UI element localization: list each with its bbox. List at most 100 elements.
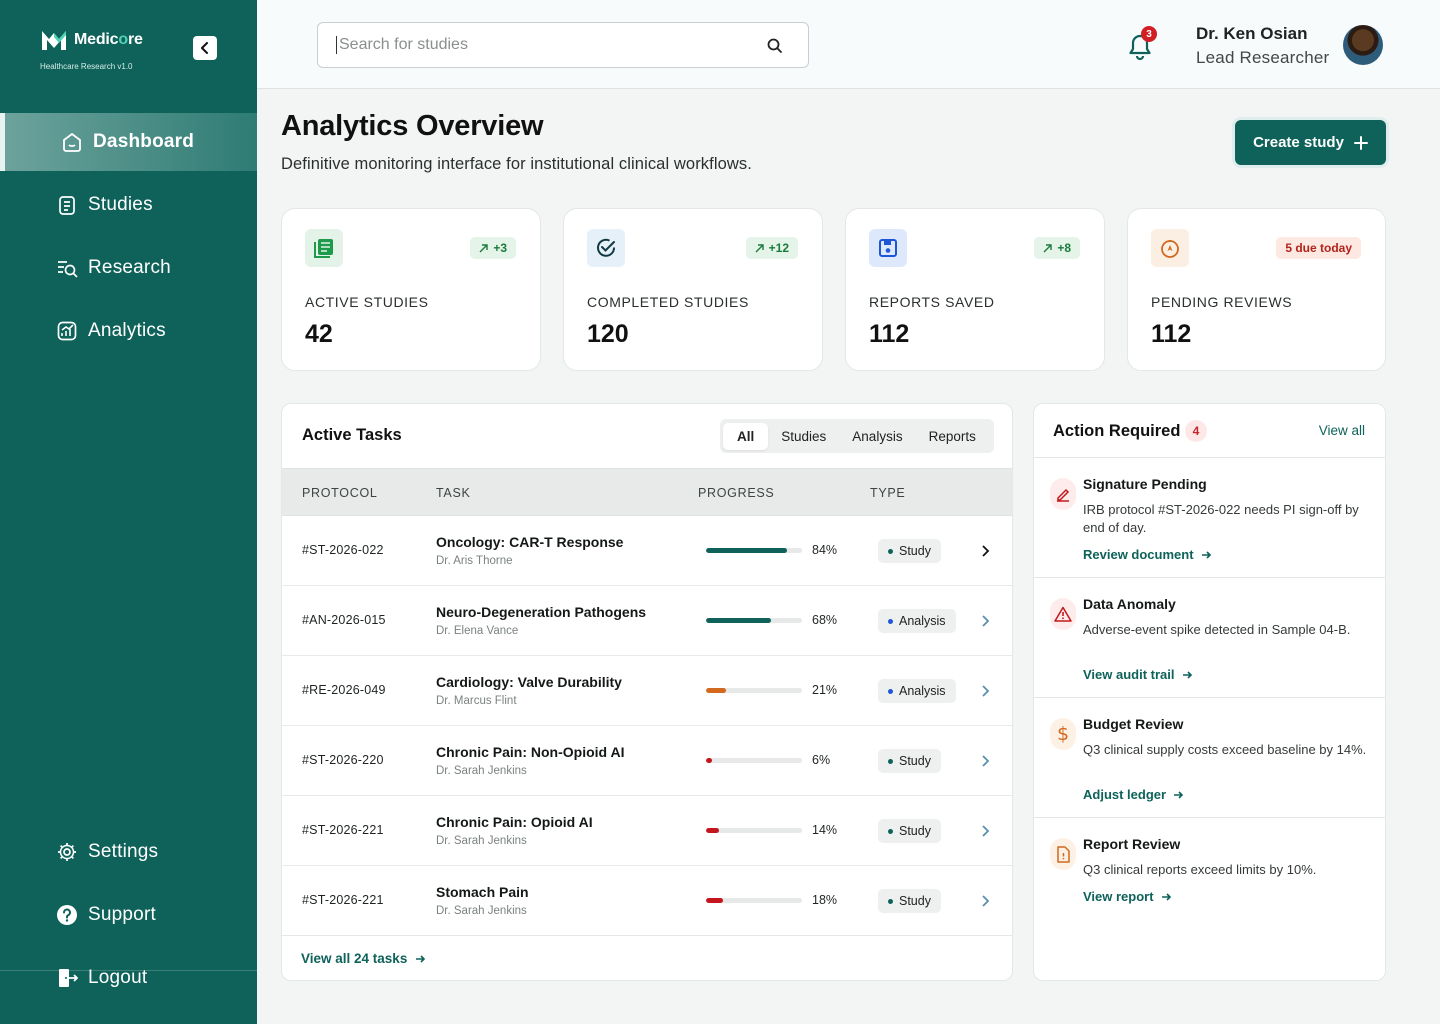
nav-research[interactable]: Research bbox=[0, 239, 257, 297]
action-title: Signature Pending bbox=[1083, 476, 1207, 492]
task-name: Chronic Pain: Non-Opioid AI bbox=[436, 744, 625, 760]
chevron-right-icon[interactable] bbox=[980, 754, 990, 768]
column-header[interactable]: PROTOCOL bbox=[302, 486, 378, 500]
nav-dashboard[interactable]: Dashboard bbox=[0, 113, 257, 171]
chevron-left-icon bbox=[201, 42, 208, 54]
type-badge: Analysis bbox=[878, 679, 956, 703]
task-name: Cardiology: Valve Durability bbox=[436, 674, 622, 690]
search-input[interactable] bbox=[339, 36, 739, 54]
stat-card-active-studies[interactable]: +3 ACTIVE STUDIES 42 bbox=[281, 208, 541, 371]
stat-value: 42 bbox=[305, 320, 333, 348]
view-report-link[interactable]: View report bbox=[1083, 889, 1172, 904]
document-icon bbox=[56, 194, 78, 216]
review-document-link[interactable]: Review document bbox=[1083, 547, 1212, 562]
text-caret bbox=[336, 36, 337, 54]
action-description: IRB protocol #ST-2026-022 needs PI sign-… bbox=[1083, 502, 1359, 535]
chevron-right-icon[interactable] bbox=[980, 544, 990, 558]
nav-studies[interactable]: Studies bbox=[0, 176, 257, 234]
view-all-actions-link[interactable]: View all bbox=[1319, 423, 1365, 438]
stat-card-completed-studies[interactable]: +12 COMPLETED STUDIES 120 bbox=[563, 208, 823, 371]
task-owner: Dr. Sarah Jenkins bbox=[436, 765, 527, 777]
type-dot bbox=[888, 548, 893, 554]
type-badge: Study bbox=[878, 889, 941, 913]
trend-badge: +3 bbox=[470, 237, 516, 259]
pen-icon bbox=[1050, 478, 1076, 510]
nav-support[interactable]: Support bbox=[0, 886, 257, 944]
stat-card-pending-reviews[interactable]: 5 due today PENDING REVIEWS 112 bbox=[1127, 208, 1386, 371]
arrow-right-icon bbox=[1182, 670, 1192, 679]
type-dot bbox=[888, 618, 893, 624]
stat-label: PENDING REVIEWS bbox=[1151, 294, 1293, 310]
stat-value: 112 bbox=[869, 320, 910, 348]
progress-bar bbox=[706, 618, 802, 623]
view-audit-trail-link[interactable]: View audit trail bbox=[1083, 667, 1193, 682]
save-icon bbox=[869, 229, 907, 267]
nav-label: Research bbox=[88, 257, 171, 278]
home-icon bbox=[61, 131, 83, 153]
nav-label: Analytics bbox=[88, 320, 166, 341]
progress-value: 84% bbox=[812, 543, 838, 557]
column-header[interactable]: PROGRESS bbox=[698, 486, 774, 500]
avatar[interactable] bbox=[1343, 25, 1383, 65]
adjust-ledger-link[interactable]: Adjust ledger bbox=[1083, 787, 1184, 802]
progress-bar bbox=[706, 758, 802, 763]
protocol-id: #ST-2026-022 bbox=[302, 543, 384, 557]
create-study-button[interactable]: Create study bbox=[1235, 120, 1386, 165]
table-row[interactable]: #ST-2026-220 Chronic Pain: Non-Opioid AI D… bbox=[282, 726, 1012, 796]
chevron-right-icon[interactable] bbox=[980, 684, 990, 698]
brand-logo[interactable]: Medicore bbox=[40, 28, 143, 52]
tab-all[interactable]: All bbox=[723, 422, 769, 450]
task-owner: Dr. Marcus Flint bbox=[436, 695, 517, 707]
task-owner: Dr. Sarah Jenkins bbox=[436, 835, 527, 847]
arrow-up-right-icon bbox=[755, 243, 764, 252]
protocol-id: #ST-2026-220 bbox=[302, 753, 384, 767]
nav-analytics[interactable]: Analytics bbox=[0, 302, 257, 360]
user-role: Lead Researcher bbox=[1196, 48, 1330, 67]
tab-reports[interactable]: Reports bbox=[916, 423, 989, 450]
table-row[interactable]: #AN-2026-015 Neuro-Degeneration Pathogens… bbox=[282, 586, 1012, 656]
stat-label: COMPLETED STUDIES bbox=[587, 294, 749, 310]
dollar-icon: $ bbox=[1050, 718, 1076, 750]
view-all-tasks-link[interactable]: View all 24 tasks bbox=[301, 951, 426, 966]
arrow-up-right-icon bbox=[479, 243, 489, 252]
type-label: Study bbox=[899, 754, 931, 768]
plus-icon bbox=[1353, 135, 1368, 150]
type-badge: Study bbox=[878, 749, 941, 773]
column-header[interactable]: TASK bbox=[436, 486, 471, 500]
progress-fill bbox=[706, 688, 727, 693]
stat-card-reports-saved[interactable]: +8 REPORTS SAVED 112 bbox=[845, 208, 1105, 371]
table-row[interactable]: #ST-2026-221 Stomach Pain Dr. Sarah Jenkin… bbox=[282, 866, 1012, 936]
collapse-sidebar-button[interactable] bbox=[193, 36, 217, 60]
arrow-up-right-icon bbox=[1043, 243, 1053, 252]
warning-icon bbox=[1050, 598, 1076, 630]
protocol-id: #RE-2026-049 bbox=[302, 683, 386, 697]
table-row[interactable]: #ST-2026-221 Chronic Pain: Opioid AI Dr. S… bbox=[282, 796, 1012, 866]
task-filter-tabs: All Studies Analysis Reports bbox=[720, 419, 994, 453]
tasks-footer: View all 24 tasks bbox=[282, 935, 1012, 980]
nav-label: Logout bbox=[88, 967, 148, 988]
help-icon bbox=[56, 904, 78, 926]
task-name: Neuro-Degeneration Pathogens bbox=[436, 604, 647, 620]
progress-fill bbox=[706, 618, 772, 623]
tab-studies[interactable]: Studies bbox=[768, 423, 839, 450]
progress-bar bbox=[706, 548, 802, 553]
chevron-right-icon[interactable] bbox=[980, 894, 990, 908]
tab-analysis[interactable]: Analysis bbox=[839, 423, 915, 450]
table-row[interactable]: #ST-2026-022 Oncology: CAR-T Response Dr. … bbox=[282, 516, 1012, 586]
panel-title: Active Tasks bbox=[302, 426, 402, 444]
nav-logout[interactable]: Logout bbox=[0, 949, 257, 1007]
search-icon[interactable] bbox=[766, 37, 784, 55]
action-item: $ Budget Review Q3 clinical supply costs… bbox=[1034, 697, 1385, 817]
column-header[interactable]: TYPE bbox=[870, 486, 905, 500]
chevron-right-icon[interactable] bbox=[980, 614, 990, 628]
search-box[interactable] bbox=[317, 22, 809, 68]
table-row[interactable]: #RE-2026-049 Cardiology: Valve Durability… bbox=[282, 656, 1012, 726]
trend-badge: +12 bbox=[745, 237, 798, 259]
chevron-right-icon[interactable] bbox=[980, 824, 990, 838]
nav-settings[interactable]: Settings bbox=[0, 823, 257, 881]
stat-label: REPORTS SAVED bbox=[869, 294, 995, 310]
logo-icon bbox=[42, 31, 66, 50]
protocol-id: #AN-2026-015 bbox=[302, 613, 386, 627]
nav-label: Studies bbox=[88, 194, 153, 215]
task-owner: Dr. Sarah Jenkins bbox=[436, 905, 527, 917]
